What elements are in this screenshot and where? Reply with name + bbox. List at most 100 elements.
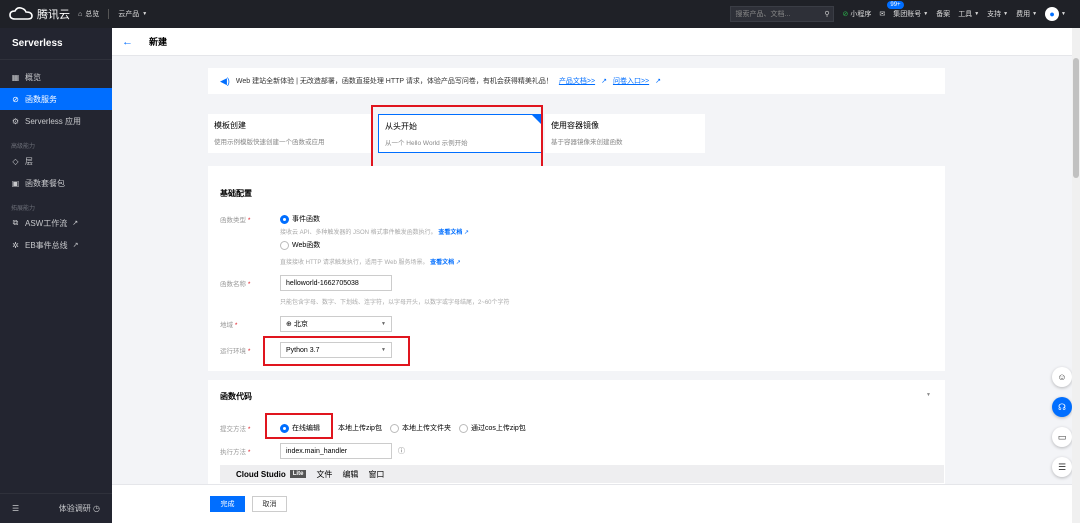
search-icon: ⚲ bbox=[824, 11, 830, 18]
done-button[interactable]: 完成 bbox=[210, 496, 245, 512]
sidebar-item-overview[interactable]: ▦ 概览 bbox=[0, 66, 112, 88]
filing-link[interactable]: 备案 bbox=[936, 9, 950, 19]
doc-link[interactable]: 查看文档 bbox=[438, 230, 462, 236]
smile-icon: ☺ bbox=[1057, 372, 1067, 382]
editor-menu-window[interactable]: 窗口 bbox=[368, 469, 384, 480]
support-float-button[interactable]: ☊ bbox=[1052, 397, 1072, 417]
home-icon: ⌂ bbox=[78, 10, 83, 18]
radio-label: Web函数 bbox=[292, 242, 321, 249]
sidebar-item-functions[interactable]: ⊘ 函数服务 bbox=[0, 88, 112, 110]
highlight-box-submit bbox=[265, 413, 333, 439]
products-menu[interactable]: 云产品 ▼ bbox=[112, 9, 153, 19]
region-label: 地域 * bbox=[220, 319, 280, 329]
radio-event-function[interactable]: 事件函数 bbox=[280, 214, 320, 224]
back-arrow-icon[interactable]: ← bbox=[122, 36, 133, 48]
headset-icon: ☊ bbox=[1058, 401, 1066, 412]
chevron-down-icon: ▼ bbox=[1003, 11, 1009, 17]
input-value: helloworld-1662705038 bbox=[286, 279, 359, 287]
required-mark: * bbox=[247, 281, 251, 288]
external-link-icon: ↗ bbox=[72, 220, 79, 227]
function-name-row: 函数名称 * helloworld-1662705038 bbox=[220, 275, 392, 291]
sidebar-item-label: 函数套餐包 bbox=[25, 178, 65, 188]
radio-label: 本地上传zip包 bbox=[338, 425, 382, 432]
external-link-icon: ↗ bbox=[601, 78, 607, 85]
avatar: ● bbox=[1045, 7, 1060, 21]
top-nav-bar: 腾讯云 ⌂ 总览 云产品 ▼ 搜索产品、文档... ⚲ ⊘ 小程序 ✉ 99+ … bbox=[0, 0, 1080, 28]
editor-menu-file[interactable]: 文件 bbox=[316, 469, 332, 480]
billing-menu[interactable]: 费用 ▼ bbox=[1016, 9, 1037, 19]
handler-input[interactable]: index.main_handler bbox=[280, 443, 392, 459]
group-account-label: 集团账号 bbox=[893, 11, 922, 18]
label-text: 函数名称 bbox=[220, 281, 246, 288]
editor-badge: Lite bbox=[289, 470, 307, 478]
editor-name: Cloud Studio bbox=[236, 469, 286, 479]
region-select[interactable]: ⊕ 北京 ▼ bbox=[280, 316, 392, 332]
brand-logo[interactable]: 腾讯云 bbox=[0, 6, 72, 22]
globe-icon: ⊕ bbox=[286, 321, 292, 328]
survey-label: 体验调研 bbox=[58, 504, 91, 513]
event-function-hint: 接收云 API、多种触发器的 JSON 格式事件触发函数执行。 查看文档 ↗ bbox=[280, 227, 469, 236]
grid-icon: ▦ bbox=[11, 72, 20, 82]
survey-entry-link[interactable]: 问卷入口>> bbox=[613, 76, 649, 86]
feedback-float-button[interactable]: ☺ bbox=[1052, 367, 1072, 387]
radio-local-zip[interactable]: 本地上传zip包 bbox=[338, 423, 382, 433]
template-option-desc: 使用示例模版快速创建一个函数或应用 bbox=[214, 139, 325, 146]
list-float-button[interactable]: ☰ bbox=[1052, 457, 1072, 477]
sidebar-item-asw[interactable]: ⧉ ASW工作流 ↗ bbox=[0, 212, 112, 234]
select-value: 北京 bbox=[293, 321, 308, 328]
search-placeholder: 搜索产品、文档... bbox=[735, 11, 791, 18]
app-icon: ⚙ bbox=[11, 116, 20, 126]
survey-link[interactable]: 体验调研 ◷ bbox=[59, 503, 100, 514]
cancel-button[interactable]: 取消 bbox=[252, 496, 287, 512]
sidebar-item-label: 层 bbox=[25, 156, 33, 166]
collapse-menu-icon[interactable]: ☰ bbox=[12, 504, 19, 513]
mini-program-icon: ⊘ bbox=[842, 11, 849, 18]
page-scrollbar[interactable] bbox=[1072, 28, 1080, 523]
overview-link[interactable]: ⌂ 总览 bbox=[72, 9, 105, 19]
sidebar-item-eb[interactable]: ✲ EB事件总线 ↗ bbox=[0, 234, 112, 256]
sidebar-bottom-bar: ☰ 体验调研 ◷ bbox=[0, 493, 112, 523]
radio-label: 本地上传文件夹 bbox=[401, 425, 451, 432]
info-icon[interactable]: ⓘ bbox=[398, 446, 405, 456]
tools-menu[interactable]: 工具 ▼ bbox=[958, 9, 979, 19]
notice-text: Web 建站全新体验 | 无改造部署，函数直接处理 HTTP 请求，体验产品写问… bbox=[235, 78, 553, 85]
chevron-down-icon: ▼ bbox=[1032, 11, 1038, 17]
template-option-image[interactable]: 使用容器镜像 基于容器镜像来创建函数 bbox=[545, 114, 705, 153]
support-menu[interactable]: 支持 ▼ bbox=[987, 9, 1008, 19]
collapse-toggle-icon[interactable]: ▼ bbox=[926, 392, 931, 398]
scrollbar-thumb[interactable] bbox=[1073, 58, 1079, 178]
template-option-template[interactable]: 模板创建 使用示例模版快速创建一个函数或应用 bbox=[208, 114, 373, 153]
radio-checked-icon bbox=[280, 214, 289, 224]
mini-program-label: 小程序 bbox=[850, 11, 872, 18]
user-menu[interactable]: ● ▼ bbox=[1045, 7, 1066, 21]
highlight-box-runtime bbox=[263, 336, 410, 366]
radio-cos-zip[interactable]: 通过cos上传zip包 bbox=[458, 423, 526, 433]
external-link-icon: ↗ bbox=[464, 230, 470, 236]
clock-icon: ◷ bbox=[93, 504, 100, 513]
editor-menu-edit[interactable]: 编辑 bbox=[342, 469, 358, 480]
radio-local-folder[interactable]: 本地上传文件夹 bbox=[389, 423, 451, 433]
section-title: 基础配置 bbox=[220, 189, 252, 198]
sidebar-item-serverless-app[interactable]: ⚙ Serverless 应用 bbox=[0, 110, 112, 132]
label-text: 地域 bbox=[220, 322, 233, 329]
page-title: 新建 bbox=[149, 37, 168, 47]
sidebar-item-layer[interactable]: ◇ 层 bbox=[0, 150, 112, 172]
tools-label: 工具 bbox=[958, 11, 973, 18]
product-docs-link[interactable]: 产品文档>> bbox=[559, 76, 595, 86]
search-input[interactable]: 搜索产品、文档... ⚲ bbox=[730, 6, 835, 22]
radio-web-function[interactable]: Web函数 bbox=[280, 240, 320, 250]
function-name-input[interactable]: helloworld-1662705038 bbox=[280, 275, 392, 291]
sidebar-item-packages[interactable]: ▣ 函数套餐包 bbox=[0, 172, 112, 194]
docs-float-button[interactable]: ▭ bbox=[1052, 427, 1072, 447]
mini-program-link[interactable]: ⊘ 小程序 bbox=[842, 9, 871, 19]
radio-label: 事件函数 bbox=[292, 216, 320, 223]
list-icon: ☰ bbox=[1057, 461, 1067, 472]
message-link[interactable]: ✉ 99+ bbox=[879, 1, 904, 18]
speaker-icon: ◀) bbox=[220, 75, 230, 86]
radio-unchecked-icon bbox=[458, 423, 468, 433]
web-function-hint: 直接接收 HTTP 请求触发执行，适用于 Web 服务场景。 查看文档 ↗ bbox=[280, 257, 461, 266]
required-mark: * bbox=[247, 348, 251, 355]
doc-link[interactable]: 查看文档 bbox=[430, 260, 454, 266]
group-account-menu[interactable]: 集团账号 ▼ bbox=[893, 9, 928, 19]
sidebar-group-extend: 拓展能力 bbox=[11, 206, 36, 212]
